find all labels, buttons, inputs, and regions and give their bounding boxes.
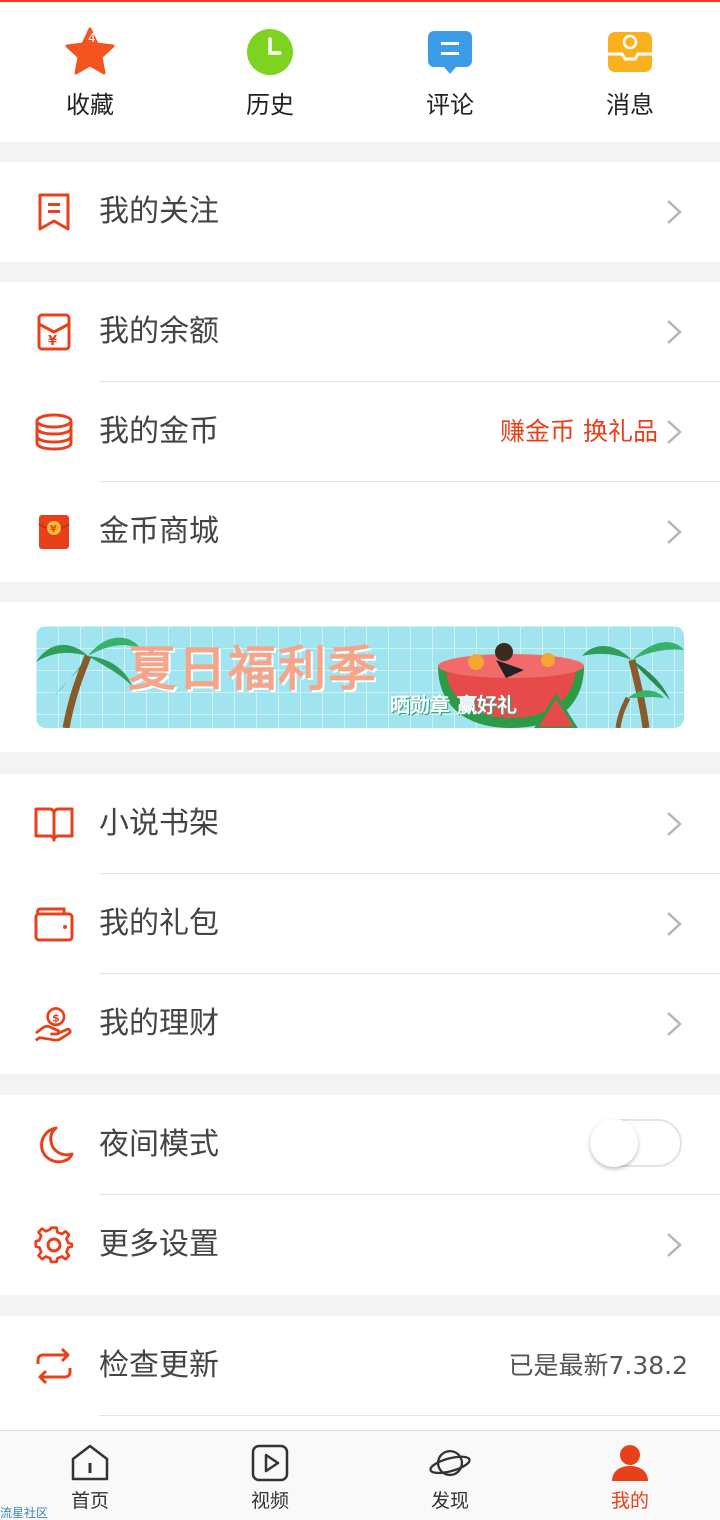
tab-discover[interactable]: 发现 (360, 1431, 540, 1520)
night-mode-toggle[interactable] (590, 1119, 682, 1167)
menu-label-night-mode: 夜间模式 (99, 1127, 219, 1162)
summer-promo-banner[interactable]: 夏日福利季 晒勋章 赢好礼 (36, 626, 684, 728)
tab-home-label: 首页 (70, 1490, 109, 1512)
red-envelope-icon: ¥ (34, 512, 74, 552)
quick-actions-bar: 4 收藏 历史 评论 消息 (0, 2, 720, 142)
user-icon (608, 1441, 652, 1485)
wallet-yen-icon: ¥ (34, 312, 74, 352)
tab-me[interactable]: 我的 (540, 1431, 720, 1520)
banner-title: 夏日福利季 (128, 641, 379, 697)
quick-favorites[interactable]: 4 收藏 (0, 2, 180, 142)
message-box-icon (604, 26, 656, 78)
comment-icon (424, 26, 476, 78)
menu-label-coins: 我的金币 (99, 414, 219, 449)
divider (99, 1415, 720, 1416)
quick-messages[interactable]: 消息 (540, 2, 720, 142)
favorites-badge: 4 (88, 31, 96, 45)
chevron-right-icon (667, 320, 682, 344)
banner-subtitle: 晒勋章 赢好礼 (390, 693, 517, 717)
menu-item-follow[interactable]: 我的关注 (0, 162, 720, 262)
section-settings: 夜间模式 更多设置 (0, 1095, 720, 1295)
quick-history[interactable]: 历史 (180, 2, 360, 142)
quick-messages-label: 消息 (606, 91, 654, 119)
svg-text:$: $ (52, 1011, 60, 1024)
menu-item-bookshelf[interactable]: 小说书架 (0, 774, 720, 874)
menu-label-gifts: 我的礼包 (99, 906, 219, 941)
tab-video-label: 视频 (250, 1490, 289, 1512)
refresh-icon (34, 1346, 74, 1386)
menu-label-follow: 我的关注 (99, 194, 219, 229)
bookmark-icon (34, 192, 74, 232)
home-icon (68, 1441, 112, 1485)
chevron-right-icon (667, 912, 682, 936)
svg-text:¥: ¥ (48, 334, 57, 349)
quick-comments-label: 评论 (426, 91, 474, 119)
menu-item-settings[interactable]: 更多设置 (0, 1195, 720, 1295)
video-play-icon (248, 1441, 292, 1485)
chevron-right-icon (667, 200, 682, 224)
chevron-right-icon (667, 420, 682, 444)
menu-label-balance: 我的余额 (99, 314, 219, 349)
gear-icon (34, 1225, 74, 1265)
version-status: 已是最新7.38.2 (508, 1351, 688, 1380)
toggle-knob (590, 1119, 638, 1167)
gift-wallet-icon (34, 904, 74, 944)
menu-item-update[interactable]: 检查更新 已是最新7.38.2 (0, 1316, 720, 1416)
menu-label-update: 检查更新 (99, 1348, 219, 1383)
menu-label-finance: 我的理财 (99, 1006, 219, 1041)
star-icon: 4 (64, 26, 116, 78)
menu-item-finance[interactable]: $ 我的理财 (0, 974, 720, 1074)
quick-favorites-label: 收藏 (66, 91, 114, 119)
planet-icon (428, 1441, 472, 1485)
menu-label-bookshelf: 小说书架 (99, 806, 219, 841)
earn-coins-promo[interactable]: 赚金币 换礼品 (500, 382, 658, 482)
menu-label-coin-mall: 金币商城 (99, 514, 219, 549)
quick-history-label: 历史 (246, 91, 294, 119)
bottom-tab-bar: 首页 视频 发现 我的 流星社区 (0, 1430, 720, 1520)
chevron-right-icon (667, 1012, 682, 1036)
tab-me-label: 我的 (610, 1490, 649, 1512)
tab-discover-label: 发现 (430, 1490, 469, 1512)
menu-item-gifts[interactable]: 我的礼包 (0, 874, 720, 974)
section-content: 小说书架 我的礼包 $ 我的理财 (0, 774, 720, 1074)
coin-stack-icon (34, 412, 74, 452)
section-update: 检查更新 已是最新7.38.2 (0, 1316, 720, 1430)
tab-video[interactable]: 视频 (180, 1431, 360, 1520)
menu-label-settings: 更多设置 (99, 1227, 219, 1262)
chevron-right-icon (667, 520, 682, 544)
section-follow: 我的关注 (0, 162, 720, 262)
section-wallet: ¥ 我的余额 我的金币 赚金币 换礼品 ¥ 金币商城 (0, 282, 720, 582)
hand-coin-icon: $ (34, 1004, 74, 1044)
menu-item-coins[interactable]: 我的金币 赚金币 换礼品 (0, 382, 720, 482)
clock-icon (244, 26, 296, 78)
chevron-right-icon (667, 1233, 682, 1257)
menu-item-night-mode: 夜间模式 (0, 1095, 720, 1195)
watermark: 流星社区 (0, 1506, 49, 1520)
menu-item-balance[interactable]: ¥ 我的余额 (0, 282, 720, 382)
moon-icon (34, 1125, 74, 1165)
banner-section: 夏日福利季 晒勋章 赢好礼 (0, 602, 720, 752)
menu-item-coin-mall[interactable]: ¥ 金币商城 (0, 482, 720, 582)
book-icon (34, 804, 74, 844)
chevron-right-icon (667, 812, 682, 836)
quick-comments[interactable]: 评论 (360, 2, 540, 142)
svg-text:¥: ¥ (50, 524, 57, 535)
